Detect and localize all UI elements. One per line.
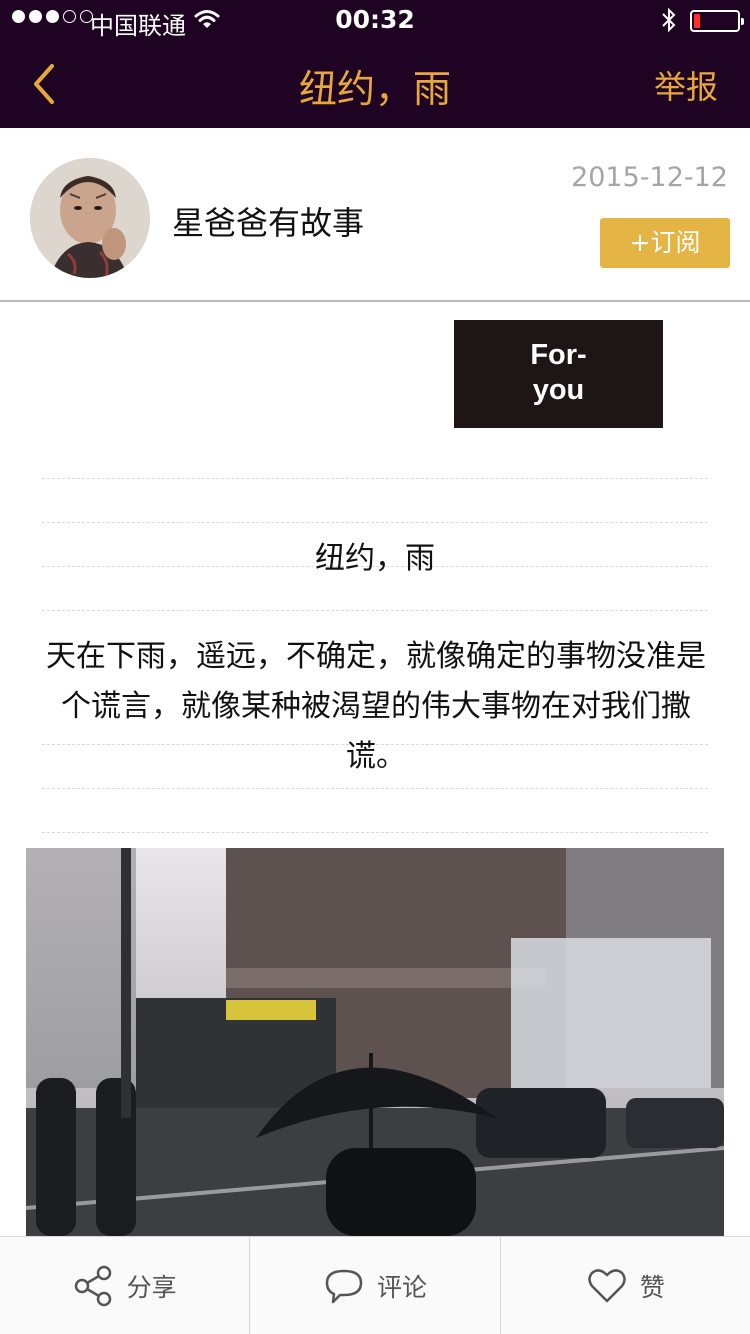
heart-icon: [588, 1268, 626, 1302]
post-date: 2015-12-12: [571, 162, 728, 193]
share-icon: [74, 1265, 111, 1306]
like-label: 赞: [639, 1272, 665, 1302]
comment-icon: [325, 1269, 363, 1303]
subscribe-button[interactable]: +订阅: [600, 218, 730, 268]
share-button[interactable]: 分享: [0, 1237, 249, 1334]
comment-button[interactable]: 评论: [249, 1237, 499, 1334]
share-label: 分享: [126, 1272, 177, 1302]
article-body: 天在下雨，遥远，不确定，就像确定的事物没准是个谎言，就像某种被渴望的伟大事物在对…: [46, 639, 706, 774]
article-photo: [26, 848, 724, 1236]
bluetooth-icon: [662, 7, 676, 33]
status-bar: 中国联通 00:32: [0, 0, 750, 40]
avatar[interactable]: [30, 158, 150, 278]
divider: [42, 478, 708, 479]
author-header: 星爸爸有故事 2015-12-12 +订阅: [0, 128, 750, 302]
author-name[interactable]: 星爸爸有故事: [172, 198, 364, 244]
article-title: 纽约，雨: [315, 541, 435, 576]
divider: [42, 832, 708, 833]
status-time: 00:32: [335, 5, 415, 34]
like-button[interactable]: 赞: [499, 1237, 750, 1334]
divider: [42, 788, 708, 789]
badge-line-1: For-: [530, 339, 587, 371]
comment-label: 评论: [376, 1272, 427, 1302]
bottom-toolbar: 分享 评论 赞: [0, 1236, 750, 1334]
badge-line-2: you: [532, 374, 585, 406]
page-title: 纽约，雨: [298, 67, 451, 111]
top-bar: 中国联通 00:32 纽约，雨 举报: [0, 0, 750, 128]
battery-icon: [690, 10, 744, 32]
divider: [42, 610, 708, 611]
for-you-badge-image: For- you: [454, 320, 663, 428]
report-button[interactable]: 举报: [654, 62, 718, 108]
divider: [42, 522, 708, 523]
